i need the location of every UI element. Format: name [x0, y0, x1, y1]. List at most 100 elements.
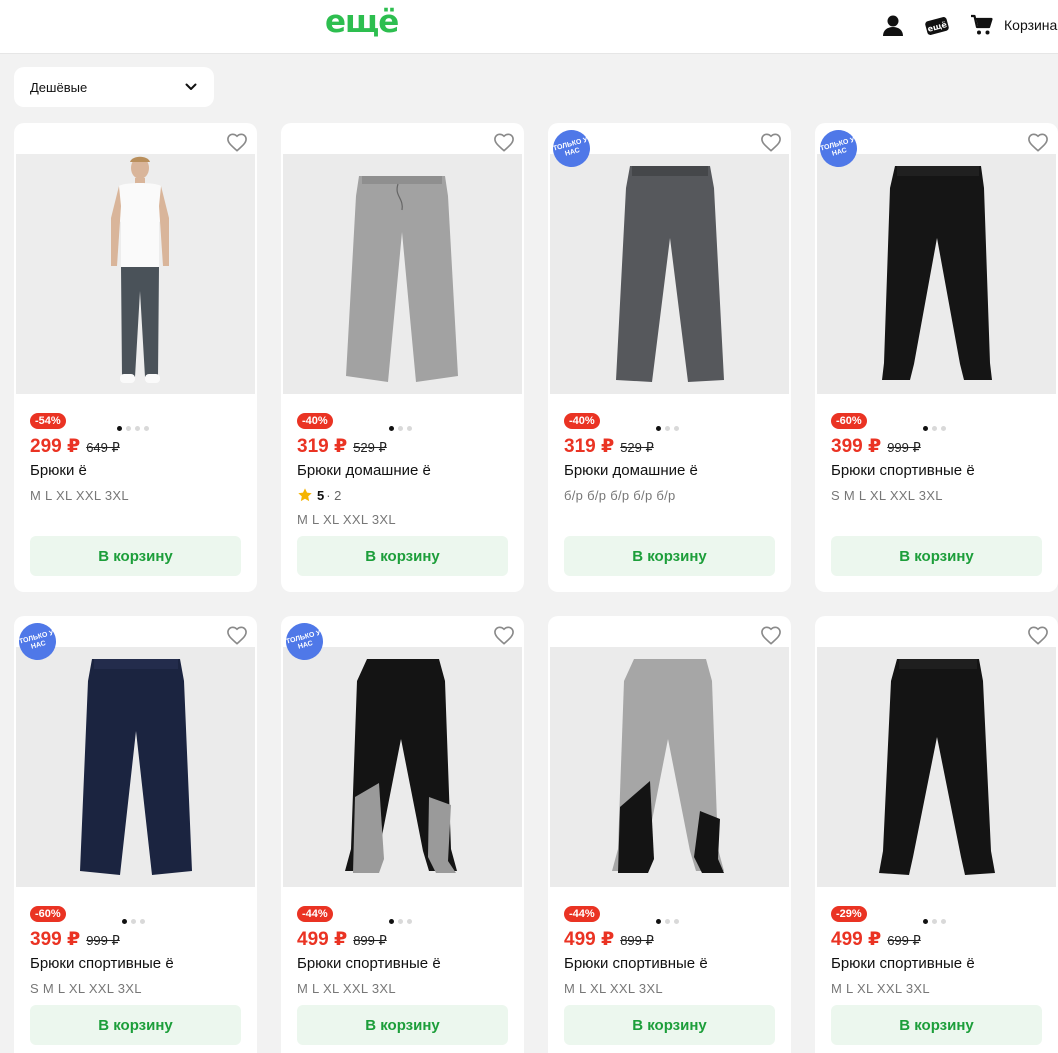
rating-score: 5	[317, 487, 325, 503]
rating-count: · 2	[326, 487, 342, 503]
product-title[interactable]: Брюки домашние ё	[564, 462, 698, 479]
product-grid: -54% 299 ₽ 649 ₽ Брюки ё M L XL XXL 3XL В кор…	[14, 123, 1058, 1053]
photo-pagination-dots[interactable]	[121, 919, 145, 924]
product-photo[interactable]	[817, 154, 1056, 394]
add-to-cart-button[interactable]: В корзину	[297, 536, 508, 576]
pagination-dot[interactable]	[940, 426, 946, 431]
available-sizes: M L XL XXL 3XL	[831, 981, 930, 996]
product-card[interactable]: ТОЛЬКО У НАС -40% 319 ₽529 ₽ Брюки домашни…	[548, 123, 791, 592]
photo-pagination-dots[interactable]	[922, 919, 946, 924]
product-photo[interactable]	[550, 154, 789, 394]
pagination-dot[interactable]	[664, 426, 670, 431]
pagination-dot[interactable]	[922, 426, 928, 431]
pagination-dot[interactable]	[673, 919, 679, 924]
product-title[interactable]: Брюки спортивные ё	[564, 955, 708, 972]
pagination-dot[interactable]	[931, 426, 937, 431]
favorite-heart-icon[interactable]	[760, 625, 782, 645]
pagination-dot[interactable]	[388, 426, 394, 431]
favorite-heart-icon[interactable]	[1027, 132, 1049, 152]
pagination-dot[interactable]	[135, 426, 140, 431]
favorite-heart-icon[interactable]	[493, 132, 515, 152]
old-price: 999 ₽	[86, 933, 120, 948]
product-title[interactable]: Брюки домашние ё	[297, 462, 431, 479]
product-photo[interactable]	[817, 647, 1056, 887]
pagination-dot[interactable]	[655, 919, 661, 924]
add-to-cart-button[interactable]: В корзину	[30, 1005, 241, 1045]
star-icon	[298, 488, 312, 502]
current-price: 499 ₽	[297, 929, 348, 950]
pagination-dot[interactable]	[940, 919, 946, 924]
product-title[interactable]: Брюки спортивные ё	[831, 462, 975, 479]
product-photo[interactable]	[16, 154, 255, 394]
photo-pagination-dots[interactable]	[922, 426, 946, 431]
available-sizes: S M L XL XXL 3XL	[831, 488, 943, 503]
product-photo[interactable]	[283, 154, 522, 394]
available-sizes: M L XL XXL 3XL	[297, 512, 396, 527]
product-photo[interactable]	[283, 647, 522, 887]
product-card[interactable]: ТОЛЬКО У НАС -44% 499 ₽899 ₽ Брюки спортив…	[281, 616, 524, 1053]
product-card[interactable]: ТОЛЬКО У НАС -60% 399 ₽999 ₽ Брюки спортив…	[815, 123, 1058, 592]
pagination-dot[interactable]	[406, 919, 412, 924]
product-card[interactable]: -40% 319 ₽ 529 ₽ Брюки домашние ё 5 · 2 M L XL…	[281, 123, 524, 592]
price-block: 499 ₽ 899 ₽	[564, 928, 654, 951]
site-logo[interactable]: ещё	[325, 4, 399, 40]
old-price: 999 ₽	[887, 440, 921, 455]
user-icon[interactable]	[880, 13, 906, 39]
favorite-heart-icon[interactable]	[1027, 625, 1049, 645]
pagination-dot[interactable]	[144, 426, 149, 431]
pagination-dot[interactable]	[397, 426, 403, 431]
product-title[interactable]: Брюки спортивные ё	[831, 955, 975, 972]
sort-selected-label: Дешёвые	[30, 79, 88, 95]
favorite-heart-icon[interactable]	[760, 132, 782, 152]
product-card[interactable]: -44% 499 ₽ 899 ₽ Брюки спортивные ё M L XL X…	[548, 616, 791, 1053]
product-card[interactable]: -29% 499 ₽ 699 ₽ Брюки спортивные ё M L XL X…	[815, 616, 1058, 1053]
photo-pagination-dots[interactable]	[117, 426, 149, 431]
photo-pagination-dots[interactable]	[655, 426, 679, 431]
discount-badge: -54%	[30, 413, 66, 429]
favorite-heart-icon[interactable]	[493, 625, 515, 645]
pagination-dot[interactable]	[121, 919, 127, 924]
pagination-dot[interactable]	[388, 919, 394, 924]
current-price: 399 ₽	[30, 929, 81, 950]
pagination-dot[interactable]	[406, 426, 412, 431]
pagination-dot[interactable]	[673, 426, 679, 431]
favorite-heart-icon[interactable]	[226, 132, 248, 152]
pagination-dot[interactable]	[139, 919, 145, 924]
product-title[interactable]: Брюки ё	[30, 462, 87, 479]
add-to-cart-button[interactable]: В корзину	[831, 536, 1042, 576]
pagination-dot[interactable]	[655, 426, 661, 431]
available-sizes: S M L XL XXL 3XL	[30, 981, 142, 996]
price-block: 499 ₽ 699 ₽	[831, 928, 921, 951]
price-block: 319 ₽ 529 ₽	[297, 435, 387, 458]
pagination-dot[interactable]	[664, 919, 670, 924]
pagination-dot[interactable]	[117, 426, 122, 431]
add-to-cart-button[interactable]: В корзину	[564, 536, 775, 576]
product-photo[interactable]	[550, 647, 789, 887]
old-price: 899 ₽	[353, 933, 387, 948]
add-to-cart-button[interactable]: В корзину	[831, 1005, 1042, 1045]
pagination-dot[interactable]	[931, 919, 937, 924]
sort-dropdown[interactable]: Дешёвые	[14, 67, 214, 107]
photo-pagination-dots[interactable]	[388, 919, 412, 924]
cart-button[interactable]: Корзина	[970, 12, 1057, 38]
pagination-dot[interactable]	[126, 426, 131, 431]
cart-label: Корзина	[1004, 17, 1058, 33]
product-card[interactable]: -54% 299 ₽ 649 ₽ Брюки ё M L XL XXL 3XL В кор…	[14, 123, 257, 592]
pagination-dot[interactable]	[922, 919, 928, 924]
rating: 5 · 2	[297, 487, 341, 503]
favorite-heart-icon[interactable]	[226, 625, 248, 645]
pagination-dot[interactable]	[397, 919, 403, 924]
product-photo[interactable]	[16, 647, 255, 887]
product-title[interactable]: Брюки спортивные ё	[30, 955, 174, 972]
photo-pagination-dots[interactable]	[388, 426, 412, 431]
product-title[interactable]: Брюки спортивные ё	[297, 955, 441, 972]
add-to-cart-button[interactable]: В корзину	[564, 1005, 775, 1045]
photo-pagination-dots[interactable]	[655, 919, 679, 924]
add-to-cart-button[interactable]: В корзину	[30, 536, 241, 576]
pagination-dot[interactable]	[130, 919, 136, 924]
discount-badge: -60%	[30, 906, 66, 922]
add-to-cart-button[interactable]: В корзину	[297, 1005, 508, 1045]
promo-icon[interactable]: ещё	[924, 13, 950, 39]
product-card[interactable]: ТОЛЬКО У НАС -60% 399 ₽999 ₽ Брюки спортив…	[14, 616, 257, 1053]
price-block: 499 ₽ 899 ₽	[297, 928, 387, 951]
